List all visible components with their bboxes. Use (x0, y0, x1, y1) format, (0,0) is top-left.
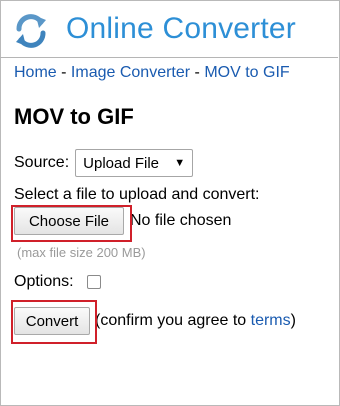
options-checkbox[interactable] (86, 275, 101, 289)
terms-confirmation: (confirm you agree to terms) (95, 312, 296, 330)
breadcrumb-mov-to-gif-link[interactable]: MOV to GIF (204, 64, 289, 81)
max-size-hint: (max file size 200 MB) (17, 245, 146, 260)
breadcrumb: Home - Image Converter - MOV to GIF (14, 64, 290, 82)
convert-highlight-box (11, 300, 97, 344)
terms-link[interactable]: terms (251, 312, 291, 329)
source-select-value: Upload File (83, 154, 160, 172)
confirm-prefix: (confirm you agree to (95, 312, 251, 329)
options-row: Options: (14, 273, 101, 291)
source-row: Source: Upload File ▼ (14, 149, 194, 177)
breadcrumb-home-link[interactable]: Home (14, 64, 57, 81)
confirm-suffix: ) (290, 312, 296, 329)
refresh-arrows-icon[interactable] (12, 12, 50, 50)
breadcrumb-separator: - (194, 64, 200, 81)
upload-prompt: Select a file to upload and convert: (14, 186, 260, 203)
source-label: Source: (14, 154, 70, 171)
site-header: Online Converter (0, 0, 338, 58)
dropdown-arrow-icon: ▼ (174, 157, 186, 169)
file-status: No file chosen (130, 212, 232, 229)
choose-file-highlight-box (11, 205, 132, 242)
page-title: MOV to GIF (14, 104, 134, 129)
options-label: Options: (14, 273, 74, 290)
breadcrumb-image-converter-link[interactable]: Image Converter (71, 64, 190, 81)
source-select[interactable]: Upload File ▼ (75, 149, 194, 177)
breadcrumb-separator: - (61, 64, 67, 81)
site-title[interactable]: Online Converter (66, 12, 296, 46)
